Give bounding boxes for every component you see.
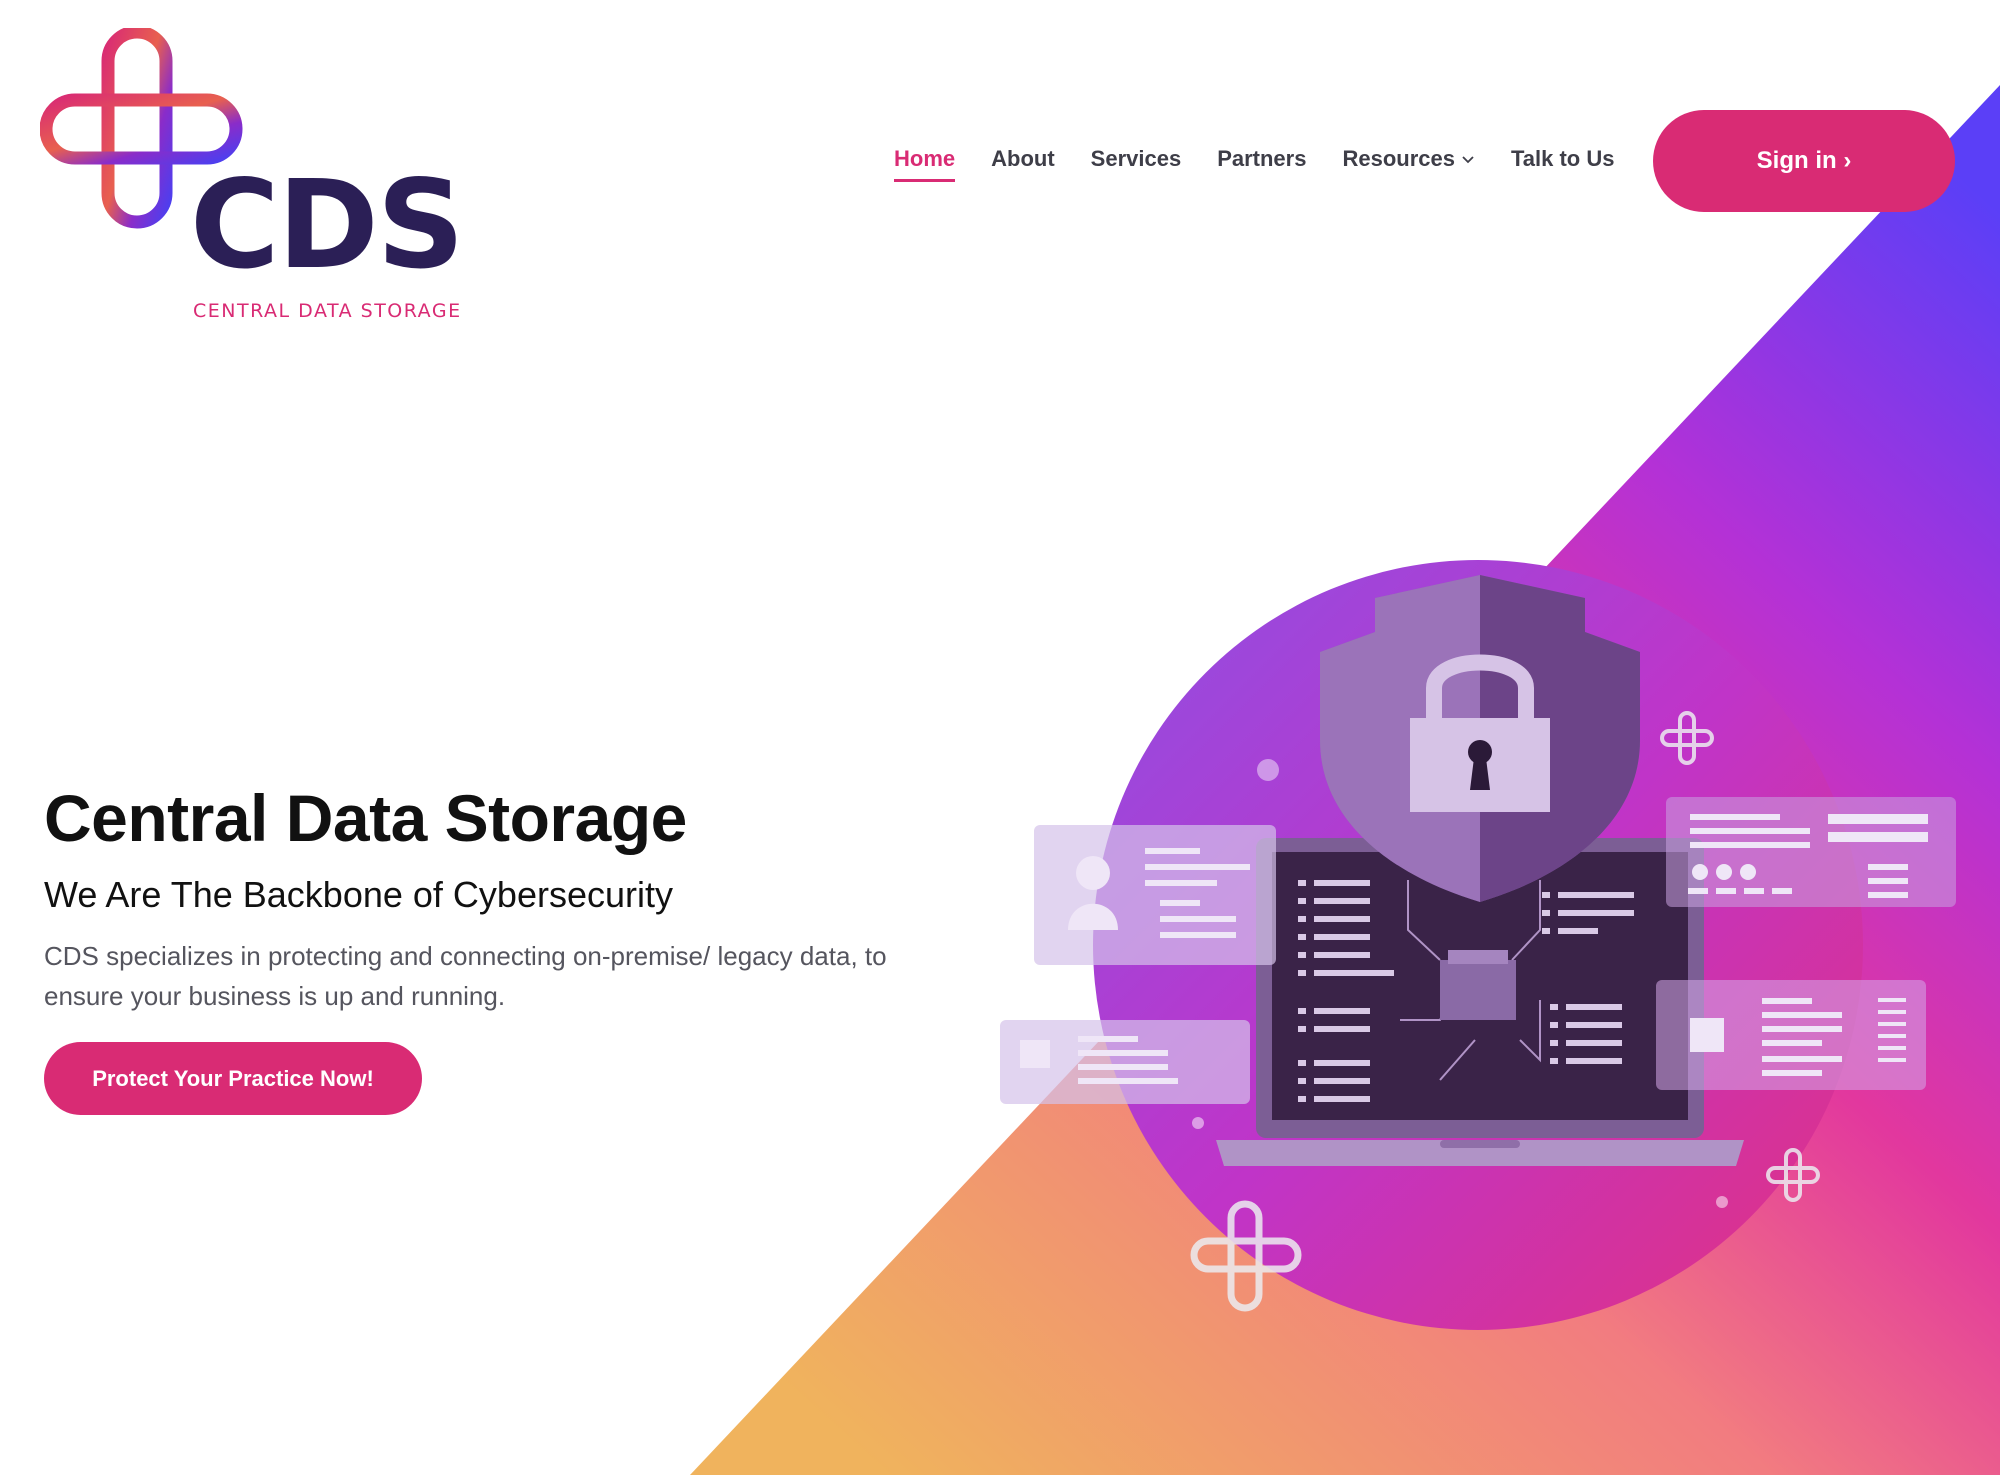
chevron-down-icon [1462,156,1474,164]
sign-in-button[interactable]: Sign in › [1653,110,1955,212]
hero-title: Central Data Storage [44,781,687,855]
data-card-right-bottom [1656,980,1926,1090]
cds-logo[interactable]: CDS CENTRAL DATA STORAGE [40,28,470,322]
logo-tagline: CENTRAL DATA STORAGE [193,300,462,322]
hero-subtitle: We Are The Backbone of Cybersecurity [44,874,673,915]
nav-resources[interactable]: Resources [1342,146,1475,172]
protect-practice-button[interactable]: Protect Your Practice Now! [44,1042,422,1115]
security-illustration [1000,560,1956,1330]
nav-services[interactable]: Services [1091,146,1182,172]
nav-about[interactable]: About [991,146,1055,172]
data-card-left [1000,1020,1250,1104]
data-card-right-top [1666,797,1956,907]
nav-talk-to-us[interactable]: Talk to Us [1511,146,1615,172]
main-nav: Home About Services Partners Resources T… [894,146,1651,182]
user-card-icon [1034,825,1276,965]
nav-home[interactable]: Home [894,146,956,182]
hero-description: CDS specializes in protecting and connec… [44,941,887,1011]
logo-wordmark: CDS [190,154,465,296]
nav-partners[interactable]: Partners [1217,146,1306,172]
